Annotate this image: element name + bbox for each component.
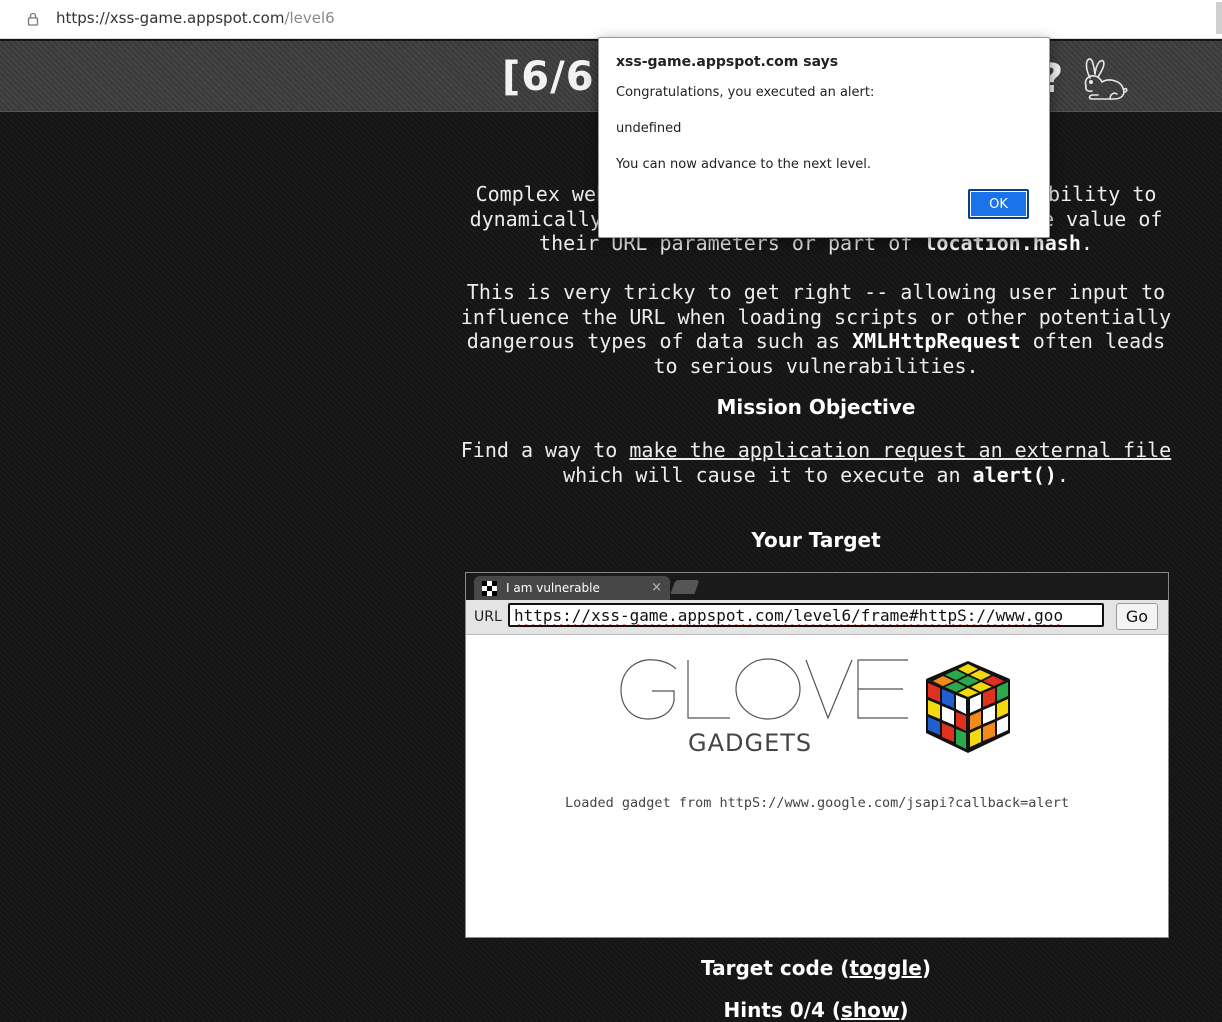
show-hints-link[interactable]: show: [841, 998, 899, 1022]
loaded-gadget-message: Loaded gadget from httpS://www.google.co…: [565, 795, 1069, 811]
target-frame: I am vulnerable × URL Go GADGETS: [465, 572, 1169, 938]
browser-url[interactable]: https://xss-game.appspot.com/level6: [56, 9, 335, 27]
mission-heading: Mission Objective: [716, 395, 916, 419]
target-code-heading: Target code (toggle): [458, 956, 1174, 980]
dialog-message-line-2: undefined: [616, 121, 682, 136]
close-icon[interactable]: ×: [651, 580, 662, 595]
rubiks-cube-icon: [926, 661, 1010, 753]
objective-code-alert: alert(): [972, 462, 1057, 487]
rabbit-icon: [1084, 58, 1128, 100]
mission-objective: Find a way to make the application reque…: [458, 438, 1174, 487]
hints-end: ): [899, 998, 909, 1022]
dialog-message-line-3: You can now advance to the next level.: [616, 157, 872, 172]
intro-text-a: Complex web: [475, 182, 609, 206]
toggle-link[interactable]: toggle: [849, 956, 921, 980]
frame-tab-label: I am vulnerable: [506, 581, 600, 595]
intro-code-xhr: XMLHttpRequest: [852, 329, 1021, 353]
level-title: [6/6: [502, 54, 595, 100]
checker-favicon-icon: [482, 581, 497, 596]
dialog-message-line-1: Congratulations, you executed an alert:: [616, 85, 875, 100]
go-button[interactable]: Go: [1116, 603, 1158, 630]
target-code-end: ): [921, 956, 931, 980]
intro-text-b: bility to: [1048, 182, 1157, 206]
new-tab-button[interactable]: [670, 580, 700, 594]
url-path: /level6: [284, 9, 335, 27]
frame-tab[interactable]: I am vulnerable ×: [474, 576, 670, 600]
frame-tab-strip: I am vulnerable ×: [466, 573, 1168, 600]
url-host: https://xss-game.appspot.com: [56, 9, 285, 27]
target-code-label: Target code (: [701, 956, 850, 980]
objective-link[interactable]: make the application request an external…: [629, 438, 1171, 462]
objective-text-end: .: [1056, 462, 1069, 487]
alert-dialog: xss-game.appspot.com says Congratulation…: [598, 37, 1050, 238]
intro-text-c: dynamically: [469, 206, 603, 231]
hints-label: Hints 0/4 (: [723, 998, 842, 1022]
frame-url-input[interactable]: [508, 603, 1104, 627]
your-target-heading: Your Target: [751, 528, 881, 552]
ok-button[interactable]: OK: [968, 189, 1029, 219]
intro-paragraph-2: This is very tricky to get right -- allo…: [458, 280, 1174, 378]
dialog-title: xss-game.appspot.com says: [616, 54, 839, 70]
logo-subtitle: GADGETS: [688, 729, 812, 757]
intro-text-d: e value of: [1042, 206, 1163, 231]
hints-heading: Hints 0/4 (show): [458, 998, 1174, 1022]
objective-text-a: Find a way to: [460, 438, 618, 462]
intro-text-end: .: [1080, 231, 1093, 255]
frame-url-bar: URL Go: [466, 600, 1168, 635]
browser-address-bar[interactable]: https://xss-game.appspot.com/level6: [0, 0, 1222, 39]
lock-icon: [27, 12, 39, 26]
objective-text-b: which will cause it to execute an: [563, 462, 961, 487]
glove-gadgets-logo: GADGETS: [620, 658, 908, 757]
address-bar-edge: [1216, 2, 1222, 34]
frame-url-label: URL: [474, 609, 502, 625]
